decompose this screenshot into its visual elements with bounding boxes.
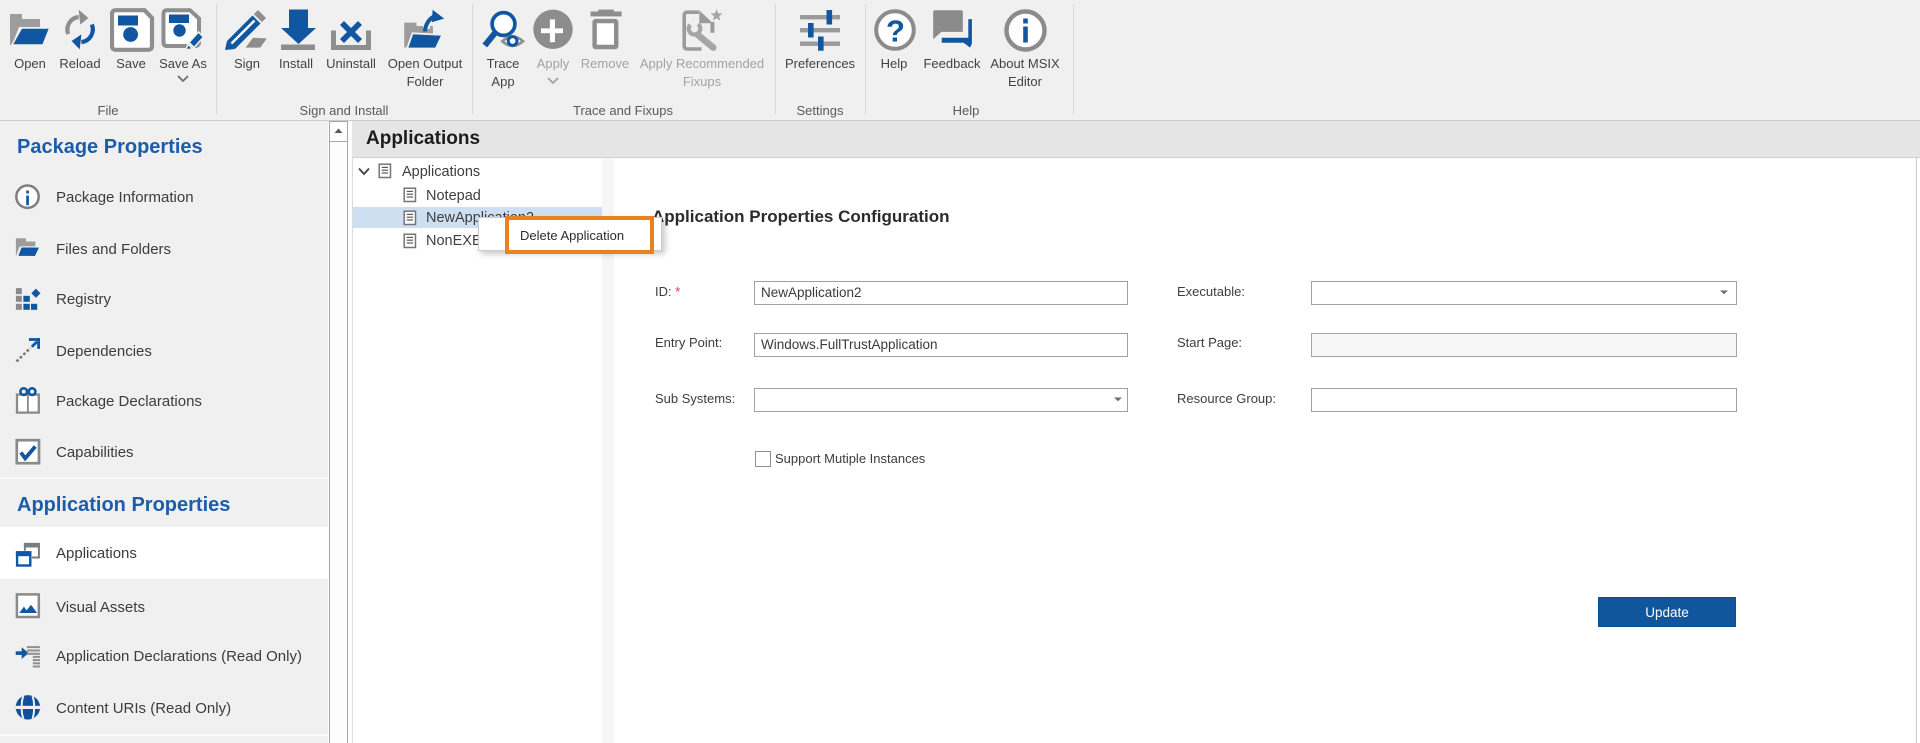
svg-text:?: ? [886, 14, 905, 49]
